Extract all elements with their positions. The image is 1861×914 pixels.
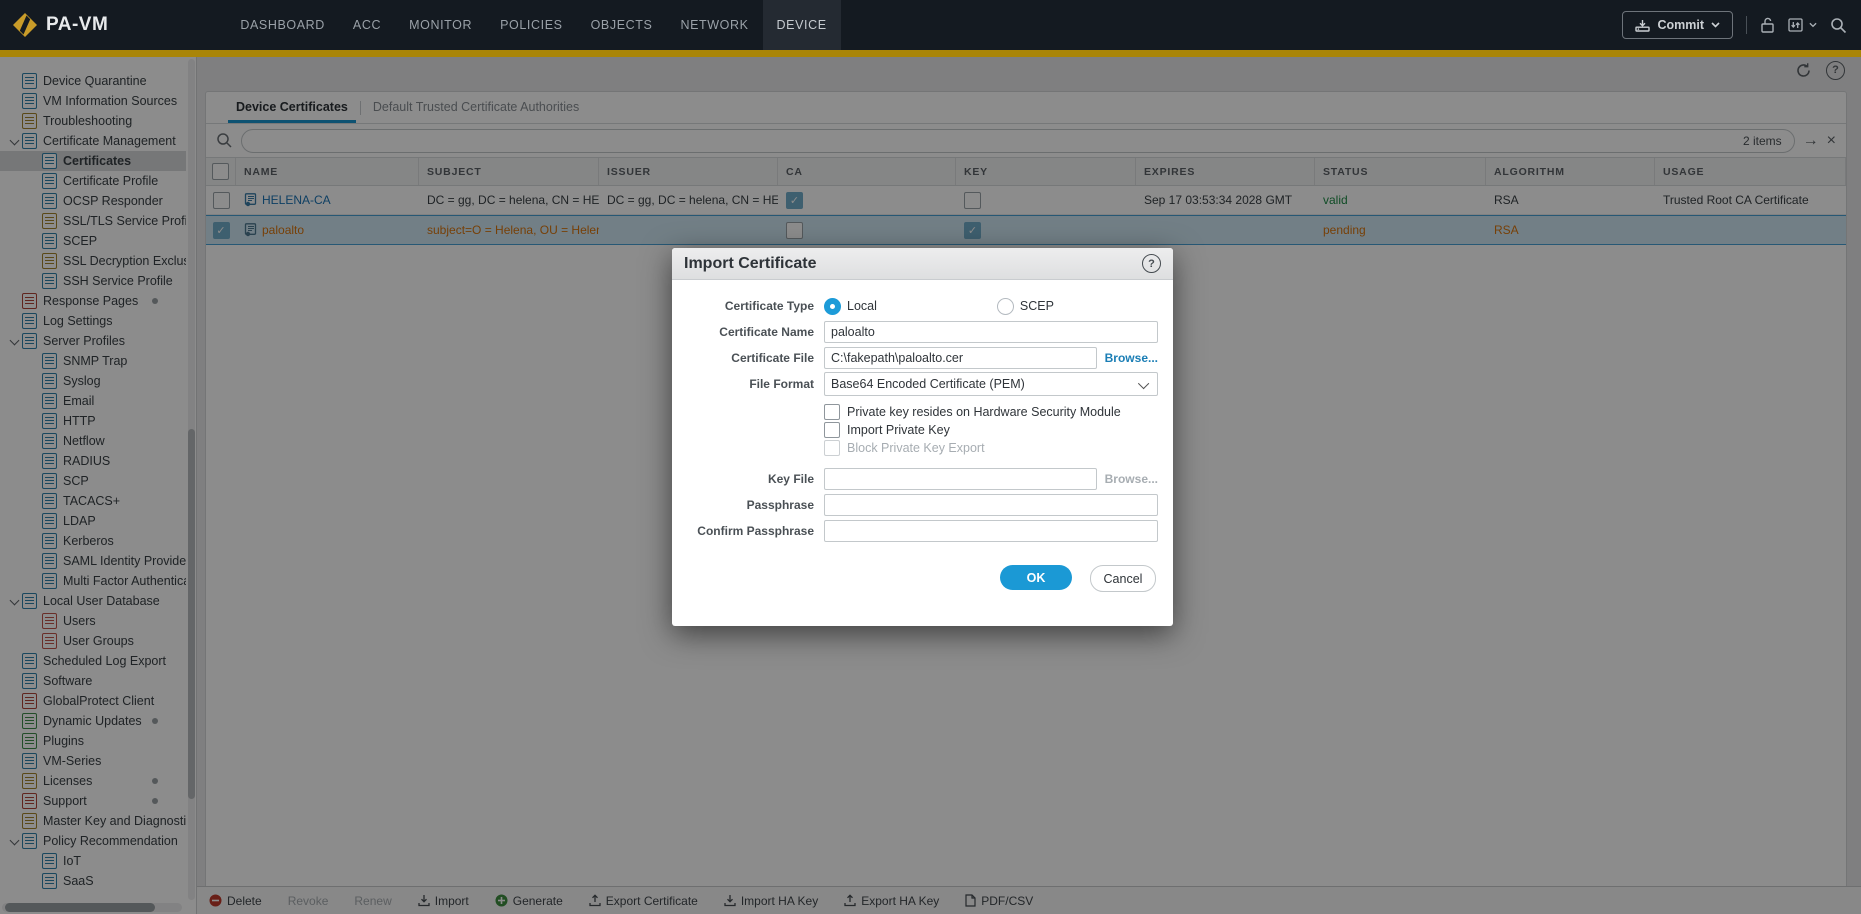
radio-scep[interactable] <box>997 298 1014 315</box>
certificate-file-label: Certificate File <box>682 351 824 365</box>
key-file-label: Key File <box>682 472 824 486</box>
nav-item-policies[interactable]: POLICIES <box>486 0 576 50</box>
radio-scep-label: SCEP <box>1020 299 1054 313</box>
nav-right-controls: Commit <box>1622 0 1847 50</box>
dialog-title: Import Certificate <box>684 255 816 273</box>
dialog-footer: OK Cancel <box>682 565 1158 592</box>
dialog-title-bar: Import Certificate ? <box>672 248 1173 280</box>
nav-item-device[interactable]: DEVICE <box>763 0 841 50</box>
cancel-button[interactable]: Cancel <box>1090 565 1156 592</box>
help-icon[interactable]: ? <box>1142 254 1161 273</box>
confirm-passphrase-label: Confirm Passphrase <box>682 524 824 538</box>
import-certificate-dialog: Import Certificate ? Certificate Type Lo… <box>672 248 1173 626</box>
import-private-key-checkbox-row: Import Private Key <box>824 421 1158 439</box>
chevron-down-icon <box>1138 378 1149 389</box>
block-private-key-label: Block Private Key Export <box>847 441 985 455</box>
file-format-select[interactable]: Base64 Encoded Certificate (PEM) <box>824 372 1158 396</box>
certificate-file-input[interactable] <box>824 347 1097 369</box>
chevron-down-icon <box>1711 22 1720 28</box>
nav-item-acc[interactable]: ACC <box>339 0 395 50</box>
browse-button[interactable]: Browse... <box>1105 351 1158 365</box>
dialog-body: Certificate Type Local SCEP Certificate … <box>672 280 1173 592</box>
main-nav-tabs: DASHBOARDACCMONITORPOLICIESOBJECTSNETWOR… <box>226 0 840 50</box>
block-private-key-checkbox <box>824 440 840 456</box>
commit-label: Commit <box>1657 18 1704 32</box>
import-private-key-label: Import Private Key <box>847 423 950 437</box>
nav-item-objects[interactable]: OBJECTS <box>577 0 667 50</box>
hsm-checkbox-row: Private key resides on Hardware Security… <box>824 403 1158 421</box>
key-file-browse-button: Browse... <box>1105 472 1158 486</box>
top-nav: PA-VM DASHBOARDACCMONITORPOLICIESOBJECTS… <box>0 0 1861 50</box>
import-private-key-checkbox[interactable] <box>824 422 840 438</box>
divider <box>1746 16 1747 34</box>
passphrase-label: Passphrase <box>682 498 824 512</box>
ok-button[interactable]: OK <box>1000 565 1072 590</box>
radio-local[interactable] <box>824 298 841 315</box>
file-format-value: Base64 Encoded Certificate (PEM) <box>831 377 1025 391</box>
lock-icon[interactable] <box>1760 17 1775 33</box>
commit-button[interactable]: Commit <box>1622 11 1733 39</box>
nav-item-network[interactable]: NETWORK <box>666 0 762 50</box>
nav-item-dashboard[interactable]: DASHBOARD <box>226 0 339 50</box>
block-private-key-checkbox-row: Block Private Key Export <box>824 439 1158 457</box>
certificate-type-label: Certificate Type <box>682 299 824 313</box>
config-sync-icon[interactable] <box>1788 17 1817 33</box>
search-icon[interactable] <box>1830 17 1847 34</box>
confirm-passphrase-input[interactable] <box>824 520 1158 542</box>
hsm-checkbox-label: Private key resides on Hardware Security… <box>847 405 1121 419</box>
radio-local-label: Local <box>847 299 877 313</box>
hsm-checkbox[interactable] <box>824 404 840 420</box>
gold-accent-bar <box>0 50 1861 57</box>
pa-vm-logo: PA-VM <box>12 12 108 38</box>
certificate-name-label: Certificate Name <box>682 325 824 339</box>
certificate-name-input[interactable] <box>824 321 1158 343</box>
nav-item-monitor[interactable]: MONITOR <box>395 0 486 50</box>
commit-icon <box>1635 19 1650 32</box>
file-format-label: File Format <box>682 377 824 391</box>
passphrase-input[interactable] <box>824 494 1158 516</box>
key-file-input[interactable] <box>824 468 1097 490</box>
palo-alto-logo-icon <box>12 12 38 38</box>
product-name: PA-VM <box>46 14 108 36</box>
